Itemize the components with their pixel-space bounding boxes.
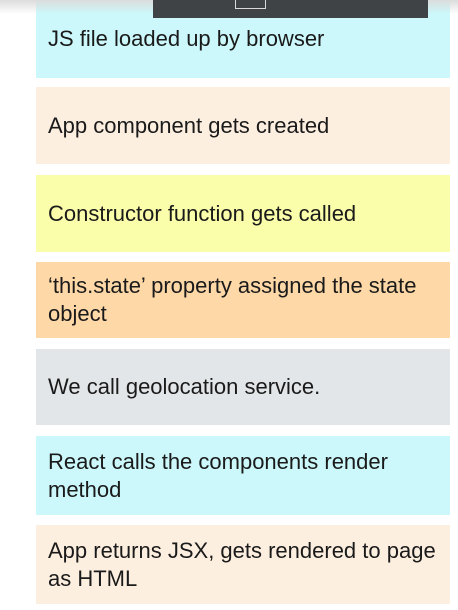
step-jsx-rendered: App returns JSX, gets rendered to page a… xyxy=(36,525,450,604)
step-render-method: React calls the components render method xyxy=(36,436,450,515)
video-control-bar[interactable] xyxy=(153,0,428,18)
step-label: Constructor function gets called xyxy=(48,200,357,226)
step-label: ‘this.state’ property assigned the state… xyxy=(48,273,417,326)
step-constructor-called: Constructor function gets called xyxy=(36,175,450,252)
step-state-assigned: ‘this.state’ property assigned the state… xyxy=(36,262,450,338)
step-label: We call geolocation service. xyxy=(48,374,321,399)
step-label: App returns JSX, gets rendered to page a… xyxy=(48,537,436,591)
step-label: React calls the components render method xyxy=(48,448,388,502)
step-label: JS file loaded up by browser xyxy=(48,26,325,51)
control-button[interactable] xyxy=(235,0,266,9)
step-geolocation-call: We call geolocation service. xyxy=(36,349,450,425)
lifecycle-diagram: JS file loaded up by browser App compone… xyxy=(0,0,458,610)
step-label: App component gets created xyxy=(48,112,330,138)
step-app-component-created: App component gets created xyxy=(36,87,450,164)
